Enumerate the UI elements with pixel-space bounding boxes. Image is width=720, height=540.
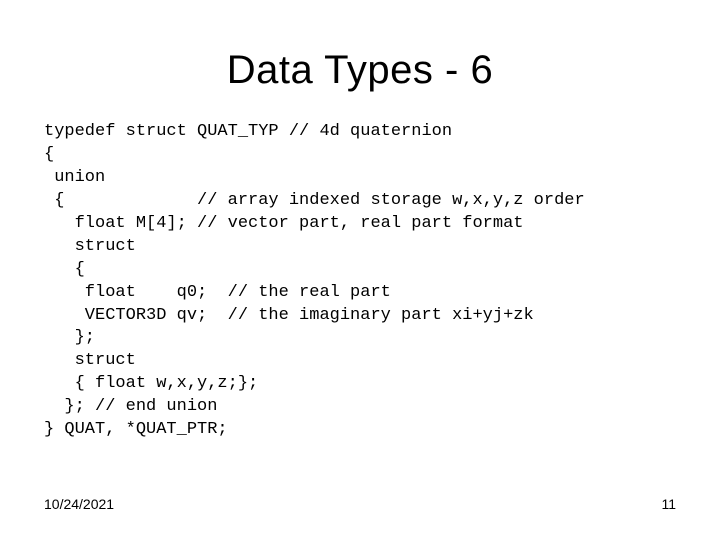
footer-page-number: 11 [661,496,676,512]
footer-date: 10/24/2021 [44,496,114,512]
slide: Data Types - 6 typedef struct QUAT_TYP /… [0,0,720,540]
slide-title: Data Types - 6 [0,0,720,121]
code-block: typedef struct QUAT_TYP // 4d quaternion… [0,121,720,442]
